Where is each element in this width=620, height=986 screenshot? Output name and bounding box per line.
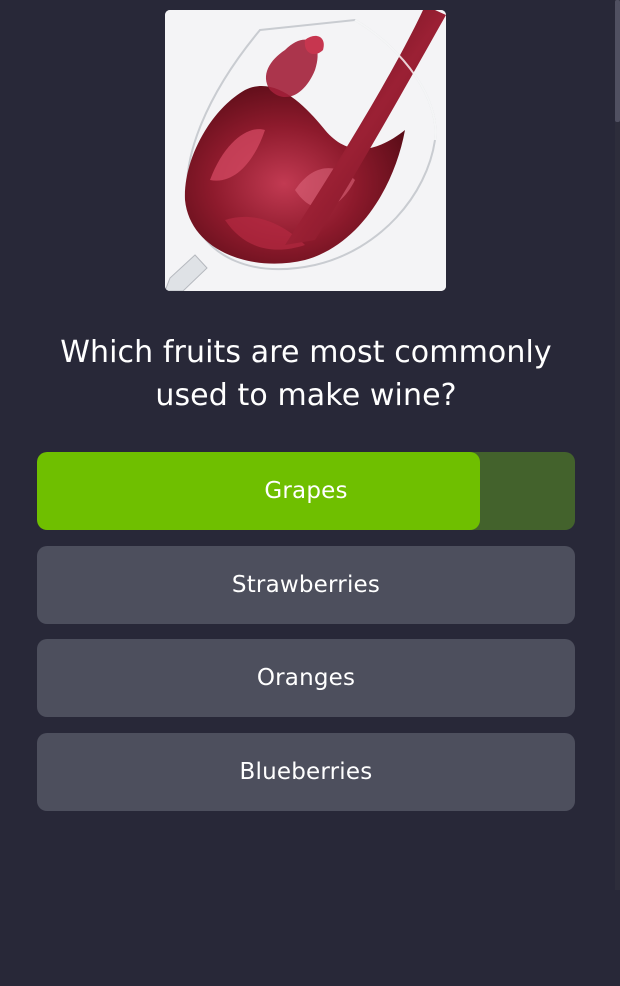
question-image — [165, 10, 446, 291]
answer-label: Blueberries — [239, 759, 373, 785]
scrollbar-thumb[interactable] — [615, 0, 620, 122]
answer-option[interactable]: Oranges — [37, 639, 575, 717]
answer-option[interactable]: Grapes — [37, 452, 575, 530]
answer-label: Oranges — [256, 665, 356, 691]
answer-label: Grapes — [264, 478, 348, 504]
answer-label: Strawberries — [231, 572, 381, 598]
scrollbar[interactable] — [615, 0, 620, 890]
question-text: Which fruits are most commonly used to m… — [60, 335, 552, 413]
answer-option[interactable]: Blueberries — [37, 733, 575, 811]
wine-glass-illustration — [165, 10, 446, 291]
answer-option[interactable]: Strawberries — [37, 546, 575, 624]
